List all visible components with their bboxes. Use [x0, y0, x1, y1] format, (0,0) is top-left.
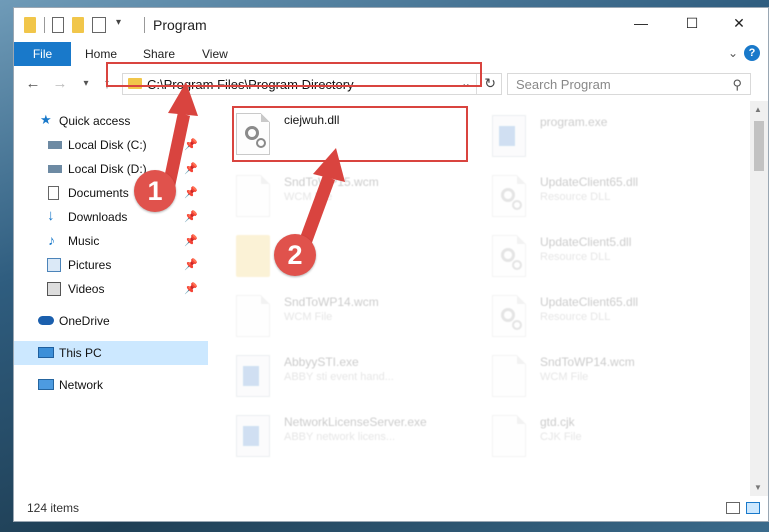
arrow-1-head	[168, 82, 198, 116]
step-badge-1: 1	[134, 170, 176, 212]
arrow-2-head	[313, 148, 345, 182]
step-badge-2: 2	[274, 234, 316, 276]
annotation-arrows	[163, 82, 345, 248]
